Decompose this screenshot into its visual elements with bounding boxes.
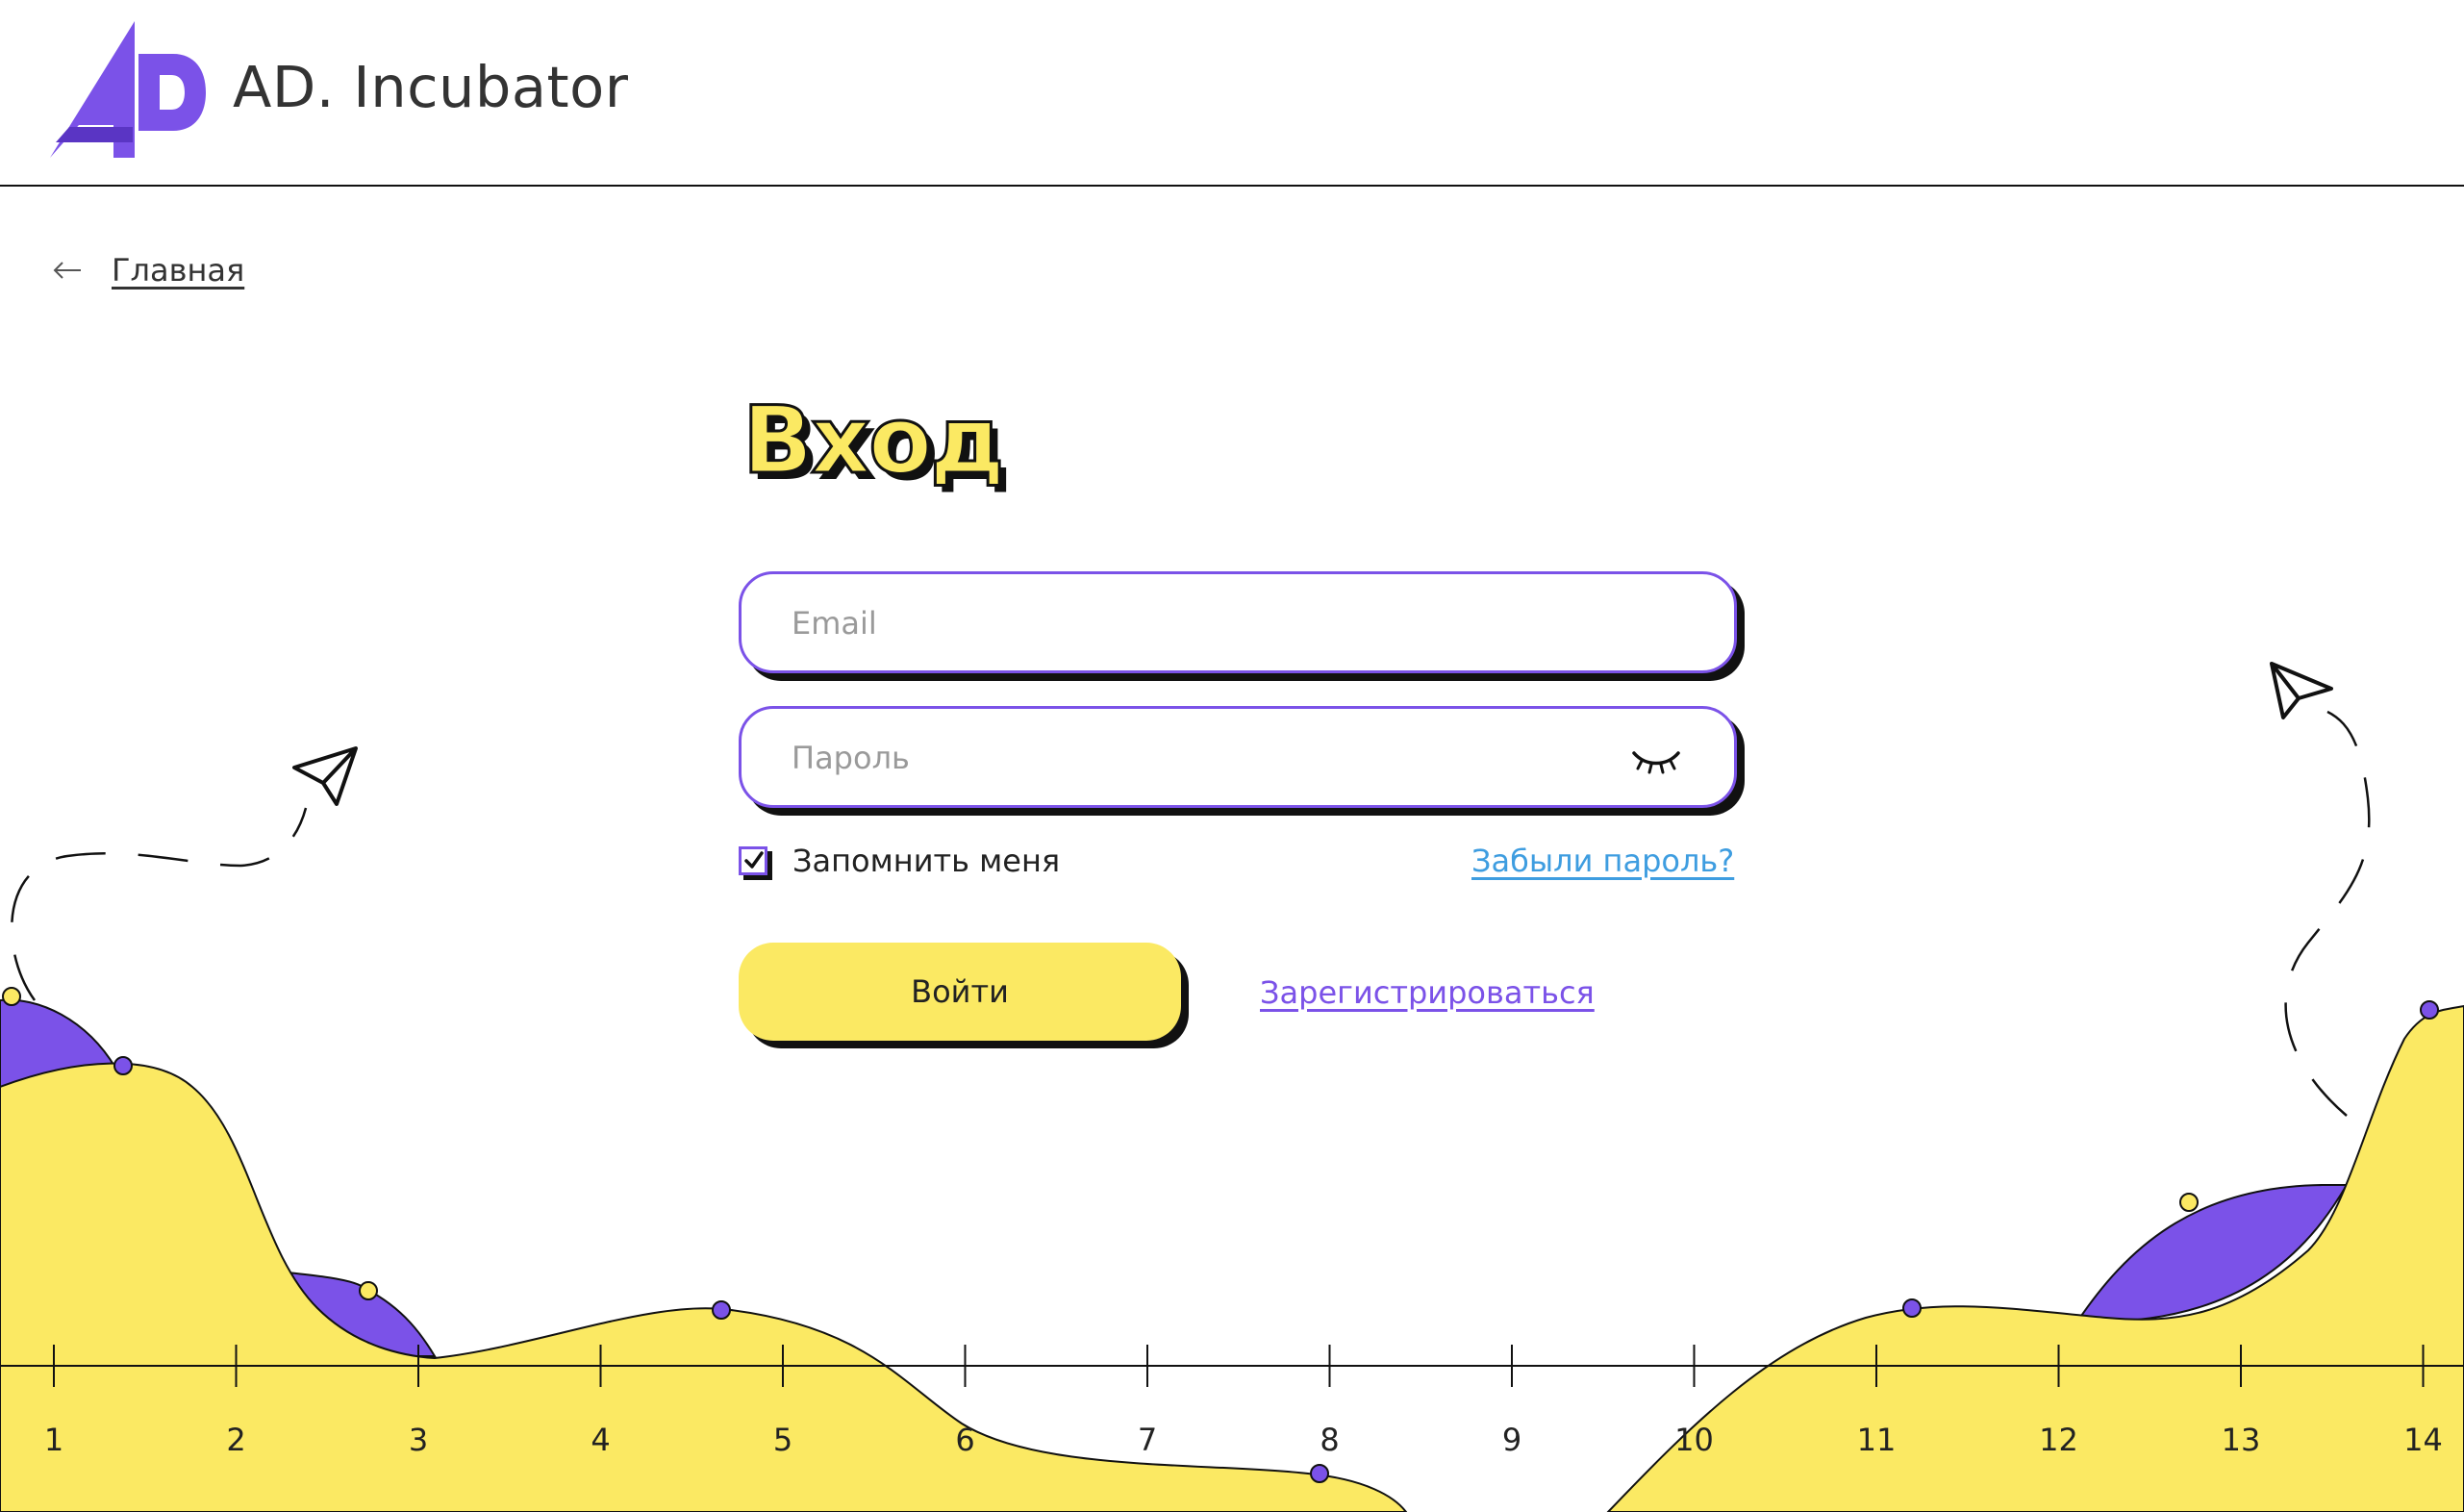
flight-path-right	[2284, 710, 2371, 1117]
marker-dot	[113, 1056, 133, 1075]
axis-tick-label: 12	[2039, 1422, 2078, 1458]
axis-tick-label: 13	[2222, 1422, 2261, 1458]
marker-dot	[1310, 1464, 1329, 1483]
axis-tick-label: 6	[955, 1422, 974, 1458]
axis-tick-label: 11	[1857, 1422, 1897, 1458]
axis-tick-label: 5	[773, 1422, 792, 1458]
forgot-password-link[interactable]: Забыли пароль?	[1471, 843, 1734, 879]
axis-tick-label: 14	[2403, 1422, 2443, 1458]
flight-path-left	[11, 807, 308, 1001]
page-title: Вход	[742, 386, 1007, 496]
login-button[interactable]: Войти	[739, 943, 1181, 1041]
axis-tick-label: 9	[1502, 1422, 1521, 1458]
marker-dot	[2420, 1000, 2439, 1020]
register-link[interactable]: Зарегистрироваться	[1260, 974, 1595, 1011]
marker-dot	[712, 1300, 731, 1320]
remember-me: Запомнить меня	[739, 843, 1060, 879]
email-field	[739, 571, 1737, 673]
checkmark-icon	[744, 851, 764, 869]
marker-dot	[2, 987, 21, 1006]
password-input[interactable]	[790, 709, 1640, 807]
email-input[interactable]	[790, 574, 1640, 672]
yellow-hill-right	[1606, 1004, 2464, 1512]
axis-tick-label: 3	[409, 1422, 428, 1458]
remember-me-label: Запомнить меня	[792, 843, 1061, 879]
password-field	[739, 706, 1737, 808]
marker-dot	[359, 1281, 378, 1300]
remember-me-checkbox[interactable]	[739, 846, 767, 875]
paper-plane-icon	[2270, 662, 2333, 719]
marker-dot	[2179, 1193, 2199, 1212]
marker-dot	[1902, 1298, 1922, 1318]
axis-tick-label: 7	[1138, 1422, 1157, 1458]
axis-tick-label: 10	[1674, 1422, 1714, 1458]
axis-tick-label: 1	[44, 1422, 63, 1458]
axis-tick-label: 4	[591, 1422, 610, 1458]
eye-closed-icon[interactable]	[1630, 745, 1682, 774]
paper-plane-icon	[292, 746, 358, 806]
axis-tick-label: 2	[226, 1422, 245, 1458]
yellow-hill-left	[0, 1062, 1408, 1512]
axis-tick-label: 8	[1320, 1422, 1339, 1458]
